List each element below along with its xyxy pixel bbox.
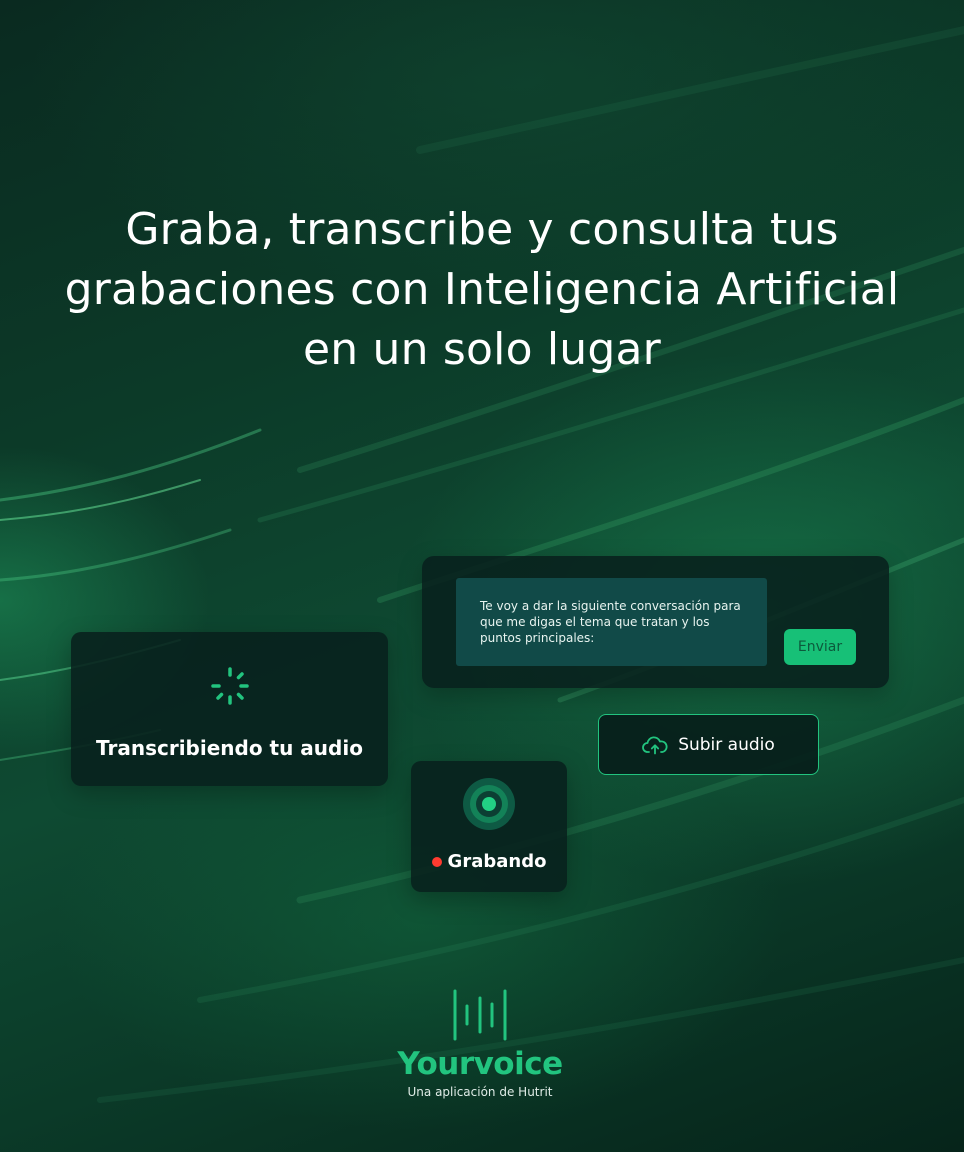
prompt-textbox[interactable]: Te voy a dar la siguiente conversación p… xyxy=(456,578,767,666)
recording-card: Grabando xyxy=(411,761,567,892)
send-button[interactable]: Enviar xyxy=(784,629,856,665)
recording-status: Grabando xyxy=(411,851,567,872)
soundwave-icon xyxy=(453,989,507,1041)
recording-indicator-dot xyxy=(431,856,442,867)
loading-spinner-icon xyxy=(211,667,249,705)
cloud-upload-icon xyxy=(642,735,668,754)
chat-prompt-card: Te voy a dar la siguiente conversación p… xyxy=(422,556,889,688)
upload-audio-button[interactable]: Subir audio xyxy=(598,714,819,775)
hero-headline: Graba, transcribe y consulta tus grabaci… xyxy=(64,204,900,375)
brand-logo: Yourvoice Una aplicación de Hutrit xyxy=(380,988,580,1100)
brand-tagline: Una aplicación de Hutrit xyxy=(407,1085,553,1099)
transcription-card: Transcribiendo tu audio xyxy=(71,632,388,786)
recording-status-label: Grabando xyxy=(447,851,547,872)
brand-name: Yourvoice xyxy=(397,1046,563,1082)
record-icon[interactable] xyxy=(462,777,516,831)
transcription-status-label: Transcribiendo tu audio xyxy=(96,736,363,760)
upload-audio-label: Subir audio xyxy=(678,734,775,755)
